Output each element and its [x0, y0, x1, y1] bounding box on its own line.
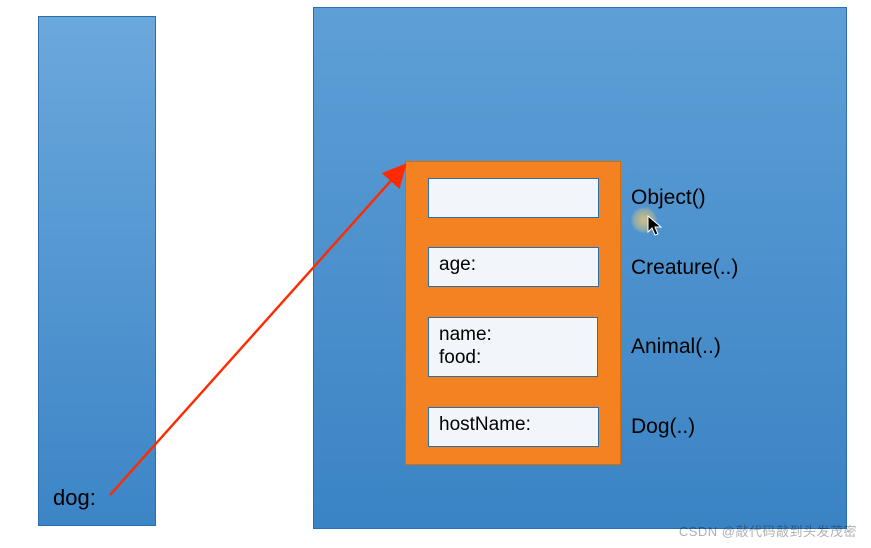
cursor-icon: [647, 215, 665, 237]
field-text: hostName:: [439, 414, 531, 435]
field-slot-object: [428, 178, 599, 218]
field-text: age:: [439, 254, 476, 275]
watermark-text: CSDN @敲代码敲到头发茂密: [679, 521, 857, 540]
class-label-creature: Creature(..): [631, 256, 738, 280]
stack-variable-box: [38, 16, 156, 526]
field-slot-creature: age:: [428, 247, 599, 287]
field-slot-dog: hostName:: [428, 407, 599, 447]
variable-label: dog:: [53, 485, 96, 511]
class-label-animal: Animal(..): [631, 335, 721, 359]
field-slot-animal: name: food:: [428, 317, 598, 377]
field-text: name: food:: [439, 324, 492, 368]
class-label-dog: Dog(..): [631, 415, 695, 439]
